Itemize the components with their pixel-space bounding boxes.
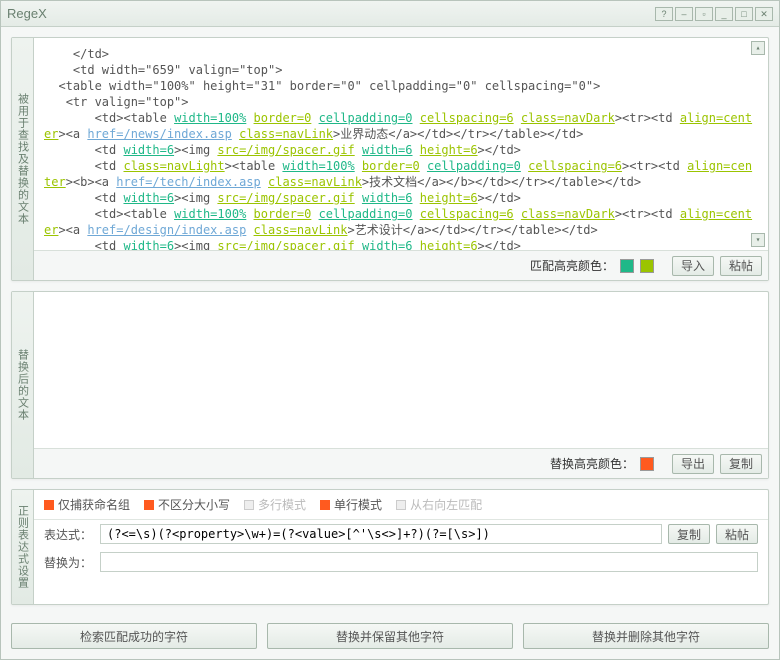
app-window: RegeX ? – ▫ _ □ ✕ 被用于查找及替换的文本 </td> <td …: [0, 0, 780, 660]
regex-panel: 正则表达式设置 仅捕获命名组 不区分大小写 多行模式 单行模式 从右向左匹配 表达式： …: [11, 489, 769, 605]
window-title: RegeX: [7, 6, 655, 21]
option-label: 不区分大小写: [158, 496, 230, 513]
close-button[interactable]: ✕: [755, 7, 773, 21]
export-button[interactable]: 导出: [672, 454, 714, 474]
result-panel: 替换后的文本 替换高亮颜色： 导出 复制: [11, 291, 769, 479]
source-toolbar: 匹配高亮颜色： 导入 粘帖: [34, 250, 768, 280]
match-color-swatch-2[interactable]: [640, 259, 654, 273]
content-area: 被用于查找及替换的文本 </td> <td width="659" valign…: [1, 27, 779, 615]
result-textarea[interactable]: [34, 292, 768, 448]
match-color-swatch-1[interactable]: [620, 259, 634, 273]
regex-panel-label: 正则表达式设置: [12, 490, 34, 604]
source-textarea[interactable]: </td> <td width="659" valign="top"> <tab…: [34, 38, 768, 250]
checkbox-icon: [396, 500, 406, 510]
help-button[interactable]: ?: [655, 7, 673, 21]
source-panel-label: 被用于查找及替换的文本: [12, 38, 34, 280]
match-highlight-label: 匹配高亮颜色：: [530, 257, 614, 274]
import-button[interactable]: 导入: [672, 256, 714, 276]
source-panel: 被用于查找及替换的文本 </td> <td width="659" valign…: [11, 37, 769, 281]
result-panel-label: 替换后的文本: [12, 292, 34, 478]
replace-input[interactable]: [100, 552, 758, 572]
bottom-bar: 检索匹配成功的字符 替换并保留其他字符 替换并删除其他字符: [1, 615, 779, 659]
expression-row: 表达式： 复制 粘帖: [34, 520, 768, 548]
copy-result-button[interactable]: 复制: [720, 454, 762, 474]
search-matches-button[interactable]: 检索匹配成功的字符: [11, 623, 257, 649]
scroll-down-icon[interactable]: ▾: [751, 233, 765, 247]
replace-delete-button[interactable]: 替换并删除其他字符: [523, 623, 769, 649]
replace-label: 替换为：: [44, 554, 94, 571]
regex-option-3[interactable]: 单行模式: [320, 496, 382, 513]
replace-keep-button[interactable]: 替换并保留其他字符: [267, 623, 513, 649]
expression-input[interactable]: [100, 524, 662, 544]
window-controls: ? – ▫ _ □ ✕: [655, 7, 773, 21]
option-label: 仅捕获命名组: [58, 496, 130, 513]
checkbox-icon: [320, 500, 330, 510]
replace-color-swatch[interactable]: [640, 457, 654, 471]
replace-row: 替换为：: [34, 548, 768, 576]
tray-button[interactable]: ▫: [695, 7, 713, 21]
expression-label: 表达式：: [44, 526, 94, 543]
replace-highlight-label: 替换高亮颜色：: [550, 455, 634, 472]
option-label: 从右向左匹配: [410, 496, 482, 513]
paste-source-button[interactable]: 粘帖: [720, 256, 762, 276]
paste-expr-button[interactable]: 粘帖: [716, 524, 758, 544]
result-toolbar: 替换高亮颜色： 导出 复制: [34, 448, 768, 478]
regex-panel-body: 仅捕获命名组 不区分大小写 多行模式 单行模式 从右向左匹配 表达式： 复制 粘帖 替换…: [34, 490, 768, 604]
checkbox-icon: [244, 500, 254, 510]
minimize-button[interactable]: _: [715, 7, 733, 21]
source-panel-body: </td> <td width="659" valign="top"> <tab…: [34, 38, 768, 280]
option-label: 多行模式: [258, 496, 306, 513]
regex-option-4: 从右向左匹配: [396, 496, 482, 513]
regex-option-1[interactable]: 不区分大小写: [144, 496, 230, 513]
scroll-up-icon[interactable]: ▴: [751, 41, 765, 55]
regex-option-2: 多行模式: [244, 496, 306, 513]
result-panel-body: 替换高亮颜色： 导出 复制: [34, 292, 768, 478]
checkbox-icon: [44, 500, 54, 510]
checkbox-icon: [144, 500, 154, 510]
pin-button[interactable]: –: [675, 7, 693, 21]
copy-expr-button[interactable]: 复制: [668, 524, 710, 544]
regex-options-row: 仅捕获命名组 不区分大小写 多行模式 单行模式 从右向左匹配: [34, 490, 768, 520]
regex-option-0[interactable]: 仅捕获命名组: [44, 496, 130, 513]
titlebar[interactable]: RegeX ? – ▫ _ □ ✕: [1, 1, 779, 27]
option-label: 单行模式: [334, 496, 382, 513]
maximize-button[interactable]: □: [735, 7, 753, 21]
